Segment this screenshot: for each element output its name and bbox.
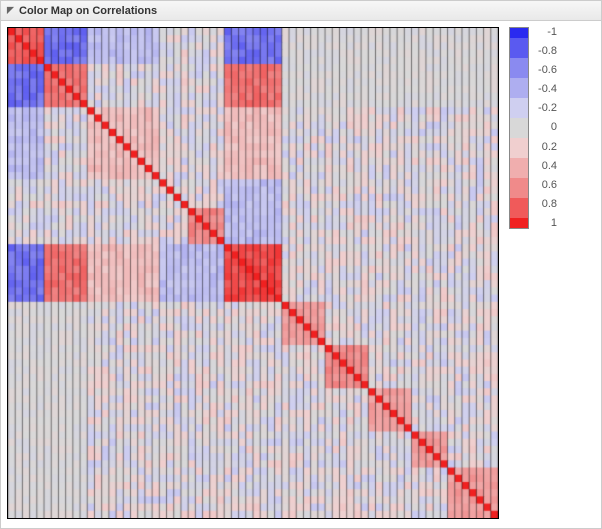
legend-labels: -1 -0.8 -0.6 -0.4 -0.2 0 0.2 0.4 0.6 0.8 1: [533, 27, 557, 229]
legend-tick: 0.8: [533, 199, 557, 210]
legend-tick: -0.2: [533, 103, 557, 114]
legend-tick: 0.2: [533, 142, 557, 153]
legend-tick: -0.8: [533, 46, 557, 57]
color-map-panel: Color Map on Correlations -1 -0.8 -0.6 -0.4…: [0, 0, 602, 529]
heatmap-canvas: [8, 28, 498, 518]
correlation-heatmap: [7, 27, 499, 519]
legend-tick: -1: [533, 27, 557, 38]
legend-tick: -0.6: [533, 65, 557, 76]
legend-tick: 0.6: [533, 180, 557, 191]
legend-tick: 1: [533, 218, 557, 229]
color-legend: -1 -0.8 -0.6 -0.4 -0.2 0 0.2 0.4 0.6 0.8 1: [509, 27, 557, 519]
panel-title: Color Map on Correlations: [19, 5, 157, 17]
panel-content: -1 -0.8 -0.6 -0.4 -0.2 0 0.2 0.4 0.6 0.8 1: [1, 21, 601, 525]
legend-tick: 0: [533, 122, 557, 133]
panel-title-bar[interactable]: Color Map on Correlations: [1, 1, 601, 21]
legend-tick: 0.4: [533, 161, 557, 172]
disclosure-triangle-icon[interactable]: [5, 6, 15, 16]
legend-tick: -0.4: [533, 84, 557, 95]
legend-gradient: [509, 27, 529, 229]
